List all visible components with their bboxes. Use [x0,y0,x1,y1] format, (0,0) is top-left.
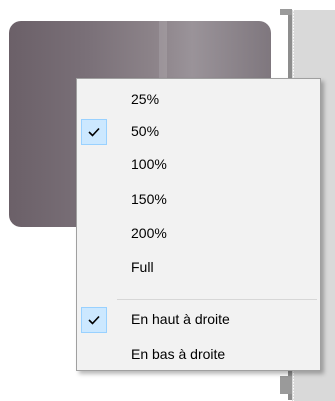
menu-item-label: 200% [131,225,167,241]
menu-item-label: En haut à droite [131,311,230,327]
menu-item-bottom-right[interactable]: En bas à droite [79,339,319,371]
menu-item-50[interactable]: 50% [79,116,319,148]
checkmark-icon [81,119,107,145]
menu-item-label: 50% [131,123,160,139]
menu-item-label: 150% [131,191,167,207]
menu-item-150[interactable]: 150% [79,184,319,216]
scrollbar-thumb[interactable] [280,376,292,394]
scrollbar-top-cap [280,9,292,15]
menu-item-label: 100% [131,156,167,172]
checkmark-icon [81,307,107,333]
menu-item-label: Full [131,259,154,275]
menu-item-label: 25% [131,91,160,107]
menu-separator [117,299,317,300]
menu-item-25[interactable]: 25% [79,84,319,116]
menu-item-100[interactable]: 100% [79,149,319,181]
menu-item-200[interactable]: 200% [79,218,319,250]
menu-item-label: En bas à droite [131,346,226,362]
context-menu: 25% 50% 100% 150% 200% Full En haut à dr… [76,78,321,371]
menu-item-full[interactable]: Full [79,252,319,284]
menu-item-top-right[interactable]: En haut à droite [79,304,319,336]
